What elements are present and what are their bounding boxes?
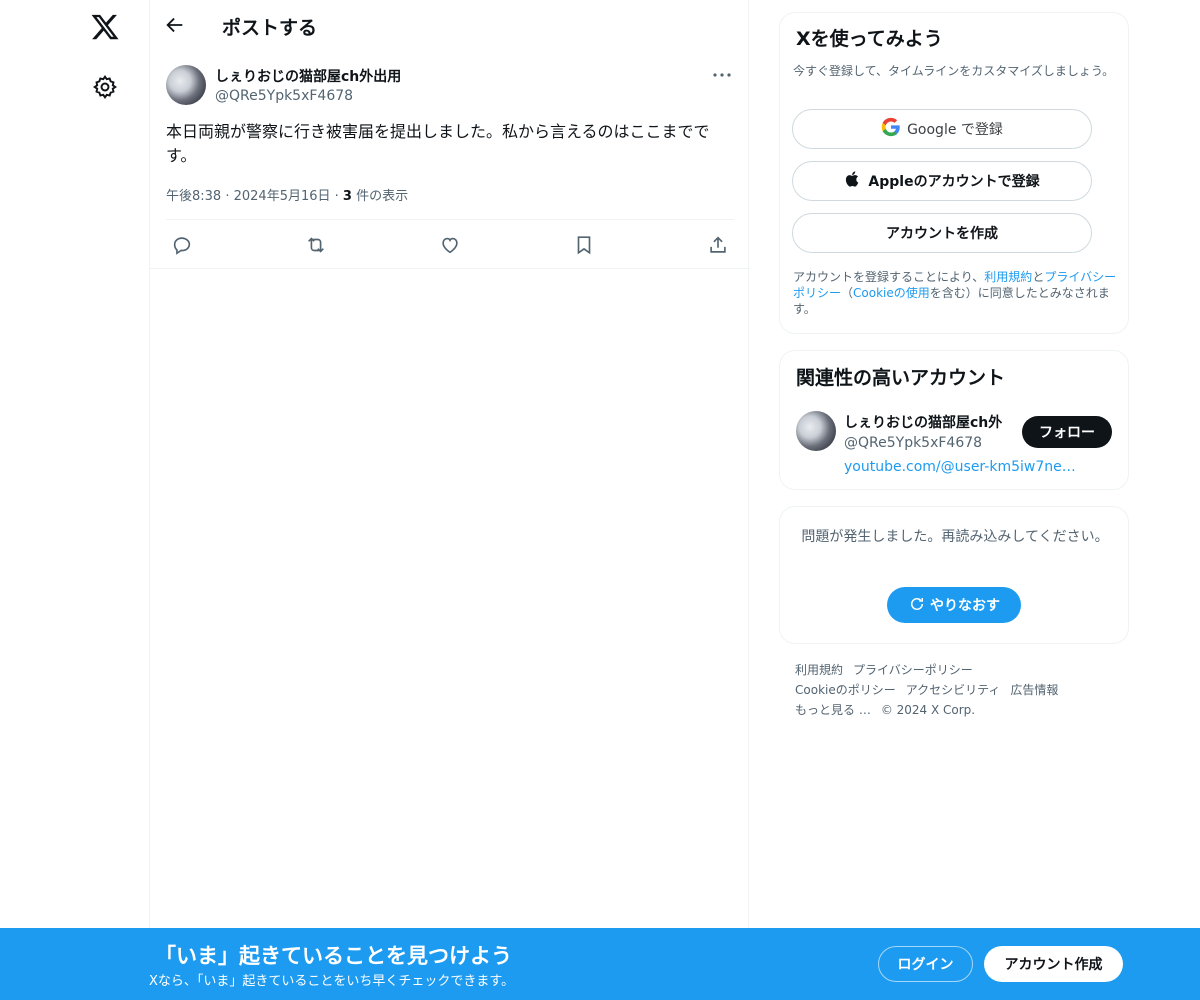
related-title: 関連性の高いアカウント (796, 367, 1006, 389)
post-meta: 午後8:38 · 2024年5月16日 · 3 件の表示 (166, 185, 408, 204)
terms-text: アカウントを登録することにより、利用規約とプライバシーポリシー（Cookieの使… (793, 269, 1123, 317)
bottom-bar-title: 「いま」起きていることを見つけよう (155, 944, 512, 968)
footer-copyright: © 2024 X Corp. (880, 703, 976, 717)
post-text: 本日両親が警察に行き被害届を提出しました。私から言えるのはここまでです。 (166, 122, 710, 165)
main-column: ポストする しぇりおじの猫部屋ch外出用 @QRe5Ypk5xF4678 本日両… (149, 0, 750, 1000)
reply-icon[interactable] (167, 230, 197, 260)
repost-icon[interactable] (301, 230, 331, 260)
footer: 利用規約 プライバシーポリシー Cookieのポリシー アクセシビリティ 広告情報 も… (795, 660, 1125, 720)
bookmark-icon[interactable] (569, 230, 599, 260)
bottom-bar-subtitle: Xなら、「いま」起きていることをいち早くチェックできます。 (149, 974, 515, 989)
footer-cookie-link[interactable]: Cookieのポリシー (795, 683, 896, 697)
post-actions (150, 230, 750, 260)
author-handle[interactable]: @QRe5Ypk5xF4678 (215, 88, 353, 104)
avatar[interactable] (166, 65, 206, 105)
create-account-button[interactable]: アカウントを作成 (792, 213, 1092, 253)
signup-card: Xを使ってみよう 今すぐ登録して、タイムラインをカスタマイズしましょう。 Goo… (779, 12, 1129, 334)
retry-button[interactable]: やりなおす (887, 587, 1021, 623)
cookie-link[interactable]: Cookieの使用 (853, 286, 930, 300)
footer-terms-link[interactable]: 利用規約 (795, 663, 843, 677)
divider (150, 268, 750, 269)
login-button[interactable]: ログイン (878, 946, 973, 982)
create-account-label: アカウントを作成 (886, 226, 998, 242)
google-signup-label: Google で登録 (907, 122, 1003, 138)
author-name[interactable]: しぇりおじの猫部屋ch外出用 (215, 66, 401, 86)
page-title: ポストする (222, 17, 318, 39)
settings-icon[interactable] (92, 74, 118, 100)
follow-button[interactable]: フォロー (1022, 416, 1112, 448)
related-account-link[interactable]: youtube.com/@user-km5iw7ne… (844, 459, 1076, 475)
footer-ads-link[interactable]: 広告情報 (1010, 683, 1058, 697)
divider (166, 219, 734, 220)
error-message: 問題が発生しました。再読み込みしてください。 (801, 529, 1109, 545)
post-date[interactable]: 2024年5月16日 (234, 189, 331, 204)
related-account-name[interactable]: しぇりおじの猫部屋ch外 (844, 412, 1002, 432)
terms-and: と (1032, 270, 1045, 284)
back-arrow-icon[interactable] (164, 14, 190, 40)
share-icon[interactable] (703, 230, 733, 260)
footer-row: 利用規約 プライバシーポリシー (795, 660, 1125, 680)
footer-more-link[interactable]: もっと見る … (795, 703, 871, 717)
meta-separator: · (225, 189, 234, 204)
bottom-signup-bar: 「いま」起きていることを見つけよう Xなら、「いま」起きていることをいち早くチェ… (0, 928, 1200, 1000)
apple-signup-button[interactable]: Appleのアカウントで登録 (792, 161, 1092, 201)
related-account-handle[interactable]: @QRe5Ypk5xF4678 (844, 435, 982, 451)
post-header: ポストする (150, 0, 750, 54)
terms-paren-open: （ (841, 286, 854, 300)
footer-accessibility-link[interactable]: アクセシビリティ (906, 683, 1001, 697)
apple-icon (844, 170, 868, 192)
related-accounts-card: 関連性の高いアカウント しぇりおじの猫部屋ch外 @QRe5Ypk5xF4678… (779, 350, 1129, 490)
views-count: 3 (342, 189, 352, 204)
signup-title: Xを使ってみよう (796, 28, 943, 50)
footer-row: Cookieのポリシー アクセシビリティ 広告情報 (795, 680, 1125, 700)
meta-separator: · (334, 189, 343, 204)
left-nav (0, 0, 150, 1000)
error-card: 問題が発生しました。再読み込みしてください。 やりなおす (779, 506, 1129, 644)
google-icon (881, 117, 907, 141)
like-icon[interactable] (435, 230, 465, 260)
footer-row: もっと見る … © 2024 X Corp. (795, 700, 1125, 720)
terms-link[interactable]: 利用規約 (984, 270, 1032, 284)
retry-label: やりなおす (930, 597, 1000, 613)
x-logo-icon[interactable] (90, 12, 120, 42)
refresh-icon (908, 595, 930, 616)
post-time[interactable]: 午後8:38 (166, 189, 221, 204)
google-signup-button[interactable]: Google で登録 (792, 109, 1092, 149)
views-label: 件の表示 (356, 189, 409, 204)
more-icon[interactable] (710, 66, 736, 84)
signup-button[interactable]: アカウント作成 (984, 946, 1123, 982)
apple-signup-label: Appleのアカウントで登録 (868, 174, 1040, 190)
footer-privacy-link[interactable]: プライバシーポリシー (853, 663, 973, 677)
terms-prefix: アカウントを登録することにより、 (793, 270, 985, 284)
avatar[interactable] (796, 411, 836, 451)
signup-subtitle: 今すぐ登録して、タイムラインをカスタマイズしましょう。 (793, 64, 1115, 78)
